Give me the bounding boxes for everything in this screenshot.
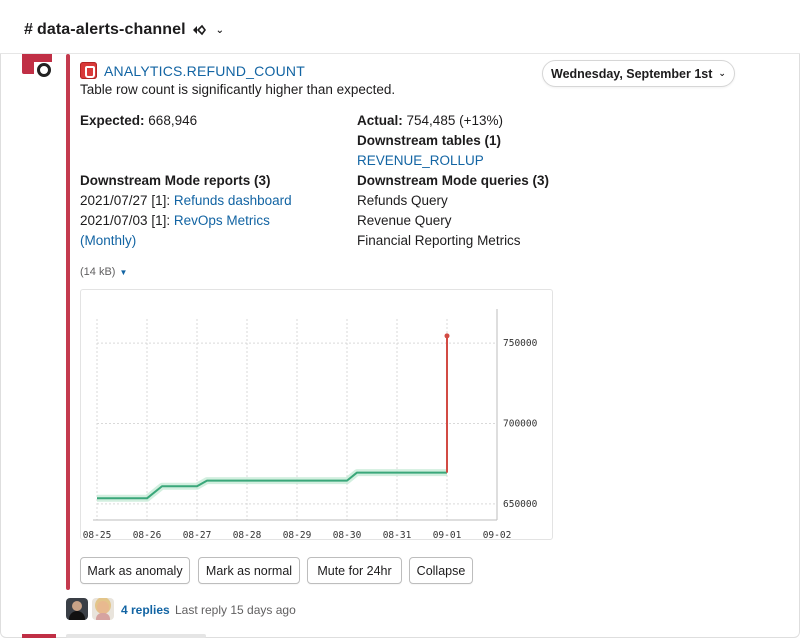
downstream-tables-heading: Downstream tables (1): [357, 133, 502, 148]
expected-label: Expected:: [80, 113, 145, 128]
app-avatar[interactable]: [22, 52, 56, 78]
downstream-table-link[interactable]: REVENUE_ROLLUP: [357, 151, 484, 171]
mode-query-item: Revenue Query: [357, 213, 452, 228]
alert-title-row: ANALYTICS.REFUND_COUNT: [80, 62, 305, 79]
row-count-chart-svg: 650000 700000 750000 08-25 08-26 08-27 08-28 08…: [83, 309, 538, 541]
actual-row: Actual: 754,485 (+13%): [357, 111, 503, 131]
expected-row: Expected: 668,946: [80, 111, 197, 131]
x-tick-label: 08-29: [283, 530, 312, 541]
mode-queries-heading: Downstream Mode queries (3): [357, 173, 550, 188]
x-tick-label: 09-02: [483, 530, 512, 541]
x-tick-label: 08-26: [133, 530, 162, 541]
alert-siren-icon: [80, 62, 97, 79]
channel-name: data-alerts-channel: [37, 21, 186, 38]
attachment-size-toggle[interactable]: (14 kB) ▼: [80, 266, 127, 278]
mute-button[interactable]: Mute for 24hr: [307, 557, 402, 584]
collapse-button[interactable]: Collapse: [409, 557, 473, 584]
mark-normal-button[interactable]: Mark as normal: [198, 557, 300, 584]
mode-report-date: 2021/07/03 [1]:: [80, 213, 171, 228]
attachment-size: (14 kB): [80, 266, 116, 278]
attachment-color-bar: [66, 54, 70, 590]
actual-change: (+13%): [459, 113, 504, 128]
replies-link[interactable]: 4 replies: [121, 603, 170, 617]
channel-header: # data-alerts-channel ⌄: [0, 0, 800, 54]
mode-query-item: Financial Reporting Metrics: [357, 233, 521, 248]
alert-table-link[interactable]: ANALYTICS.REFUND_COUNT: [104, 63, 305, 79]
avatar[interactable]: [66, 598, 88, 620]
row-count-chart[interactable]: 650000 700000 750000 08-25 08-26 08-27 08-28 08…: [80, 289, 553, 541]
expected-value: 668,946: [148, 113, 198, 128]
mode-report-item: 2021/07/27 [1]: Refunds dashboard: [80, 191, 292, 211]
mode-report-item: 2021/07/03 [1]: RevOps Metrics: [80, 211, 270, 231]
mode-query-item: Refunds Query: [357, 193, 448, 208]
x-tick-label: 09-01: [433, 530, 462, 541]
x-tick-label: 08-31: [383, 530, 412, 541]
chevron-down-icon: ⌄: [215, 24, 225, 36]
y-tick-label: 650000: [503, 499, 538, 510]
actual-value: 754,485: [406, 113, 456, 128]
avatar[interactable]: [92, 598, 114, 620]
next-message-avatar: [22, 634, 56, 638]
x-tick-label: 08-27: [183, 530, 212, 541]
x-tick-label: 08-25: [83, 530, 112, 541]
mode-report-link-continued[interactable]: (Monthly): [80, 231, 136, 251]
anomaly-point: [444, 333, 450, 339]
date-label: Wednesday, September 1st: [551, 66, 713, 81]
series-band: [97, 469, 447, 502]
date-divider-button[interactable]: Wednesday, September 1st ⌄: [542, 60, 735, 87]
mode-reports-heading: Downstream Mode reports (3): [80, 173, 271, 188]
alert-description: Table row count is significantly higher …: [80, 82, 396, 97]
next-message-preview: [66, 634, 206, 638]
mode-report-link[interactable]: RevOps Metrics: [174, 213, 270, 228]
shared-channel-icon: [192, 24, 206, 36]
chevron-down-icon: ⌄: [718, 68, 726, 78]
last-reply-time: Last reply 15 days ago: [175, 603, 296, 617]
y-tick-label: 700000: [503, 419, 538, 430]
actual-label: Actual:: [357, 113, 403, 128]
caret-down-icon: ▼: [119, 267, 128, 277]
mode-report-date: 2021/07/27 [1]:: [80, 193, 171, 208]
channel-title-button[interactable]: # data-alerts-channel ⌄: [24, 21, 224, 39]
mode-report-link[interactable]: Refunds dashboard: [174, 193, 292, 208]
channel-hash: #: [24, 21, 33, 38]
x-tick-label: 08-28: [233, 530, 262, 541]
y-tick-label: 750000: [503, 338, 538, 349]
mark-anomaly-button[interactable]: Mark as anomaly: [80, 557, 190, 584]
x-tick-label: 08-30: [333, 530, 362, 541]
